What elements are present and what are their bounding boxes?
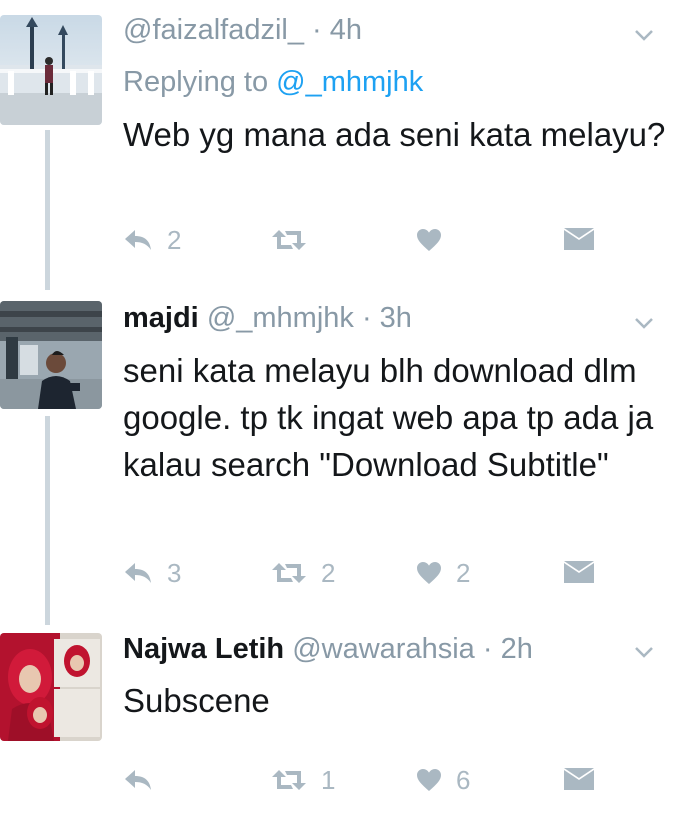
reply-icon xyxy=(123,560,153,586)
retweet-icon xyxy=(271,228,307,252)
dm-envelope-icon xyxy=(564,768,594,792)
like-count: 6 xyxy=(456,764,471,795)
reply-button[interactable]: 2 xyxy=(123,225,181,255)
tweet-actions: 1 6 xyxy=(123,765,603,795)
retweet-count: 2 xyxy=(321,557,336,588)
tweet-actions: 2 xyxy=(123,225,603,255)
user-name[interactable]: Najwa Letih xyxy=(123,633,284,665)
direct-message-button[interactable] xyxy=(564,225,594,255)
user-handle[interactable]: @_mhmjhk xyxy=(207,302,354,334)
tweet-text: Web yg mana ada seni kata melayu? xyxy=(123,116,666,153)
thread-line xyxy=(45,130,50,290)
user-handle[interactable]: @faizalfadzil_ xyxy=(123,14,304,46)
tweet-header: majdi @_mhmjhk · 3h xyxy=(123,302,615,335)
dm-envelope-icon xyxy=(564,561,594,585)
dm-envelope-icon xyxy=(564,228,594,252)
retweet-icon xyxy=(271,768,307,792)
tweet-text: Subscene xyxy=(123,682,270,719)
reply-icon xyxy=(123,227,153,253)
replying-to: Replying to @_mhmjhk xyxy=(123,66,423,99)
reply-button[interactable] xyxy=(123,765,167,795)
heart-icon xyxy=(416,228,442,252)
avatar[interactable] xyxy=(0,301,102,409)
avatar[interactable] xyxy=(0,15,102,125)
tweet-actions: 3 2 2 xyxy=(123,558,603,588)
like-count: 2 xyxy=(456,557,471,588)
direct-message-button[interactable] xyxy=(564,765,594,795)
tweet-header: Najwa Letih @wawarahsia · 2h xyxy=(123,633,615,666)
reply-count: 2 xyxy=(167,224,182,255)
retweet-button[interactable] xyxy=(271,225,321,255)
reply-count: 3 xyxy=(167,557,182,588)
direct-message-button[interactable] xyxy=(564,558,594,588)
tweet-3: Najwa Letih @wawarahsia · 2h Subscene 1 … xyxy=(0,625,675,816)
tweet-header: @faizalfadzil_ · 4h xyxy=(123,14,615,47)
chevron-down-icon[interactable] xyxy=(633,641,655,663)
tweet-2: majdi @_mhmjhk · 3h seni kata melayu blh… xyxy=(0,290,675,625)
tweet-1: @faizalfadzil_ · 4h Replying to @_mhmjhk… xyxy=(0,0,675,290)
retweet-button[interactable]: 1 xyxy=(271,765,335,795)
like-button[interactable]: 2 xyxy=(416,558,470,588)
like-button[interactable] xyxy=(416,225,456,255)
chevron-down-icon[interactable] xyxy=(633,312,655,334)
user-name[interactable]: majdi xyxy=(123,302,199,334)
replying-prefix: Replying to xyxy=(123,66,269,98)
tweet-time: · 2h xyxy=(482,633,533,665)
tweet-text: seni kata melayu blh download dlm google… xyxy=(123,352,654,483)
tweet-time: · 4h xyxy=(312,14,363,46)
reply-mention-link[interactable]: @_mhmjhk xyxy=(276,66,423,98)
avatar[interactable] xyxy=(0,633,102,741)
heart-icon xyxy=(416,561,442,585)
retweet-icon xyxy=(271,561,307,585)
chevron-down-icon[interactable] xyxy=(633,24,655,46)
heart-icon xyxy=(416,768,442,792)
like-button[interactable]: 6 xyxy=(416,765,470,795)
reply-icon xyxy=(123,767,153,793)
user-handle[interactable]: @wawarahsia xyxy=(292,633,475,665)
thread-line xyxy=(45,416,50,625)
reply-button[interactable]: 3 xyxy=(123,558,181,588)
retweet-count: 1 xyxy=(321,764,336,795)
retweet-button[interactable]: 2 xyxy=(271,558,335,588)
tweet-time: · 3h xyxy=(361,302,412,334)
